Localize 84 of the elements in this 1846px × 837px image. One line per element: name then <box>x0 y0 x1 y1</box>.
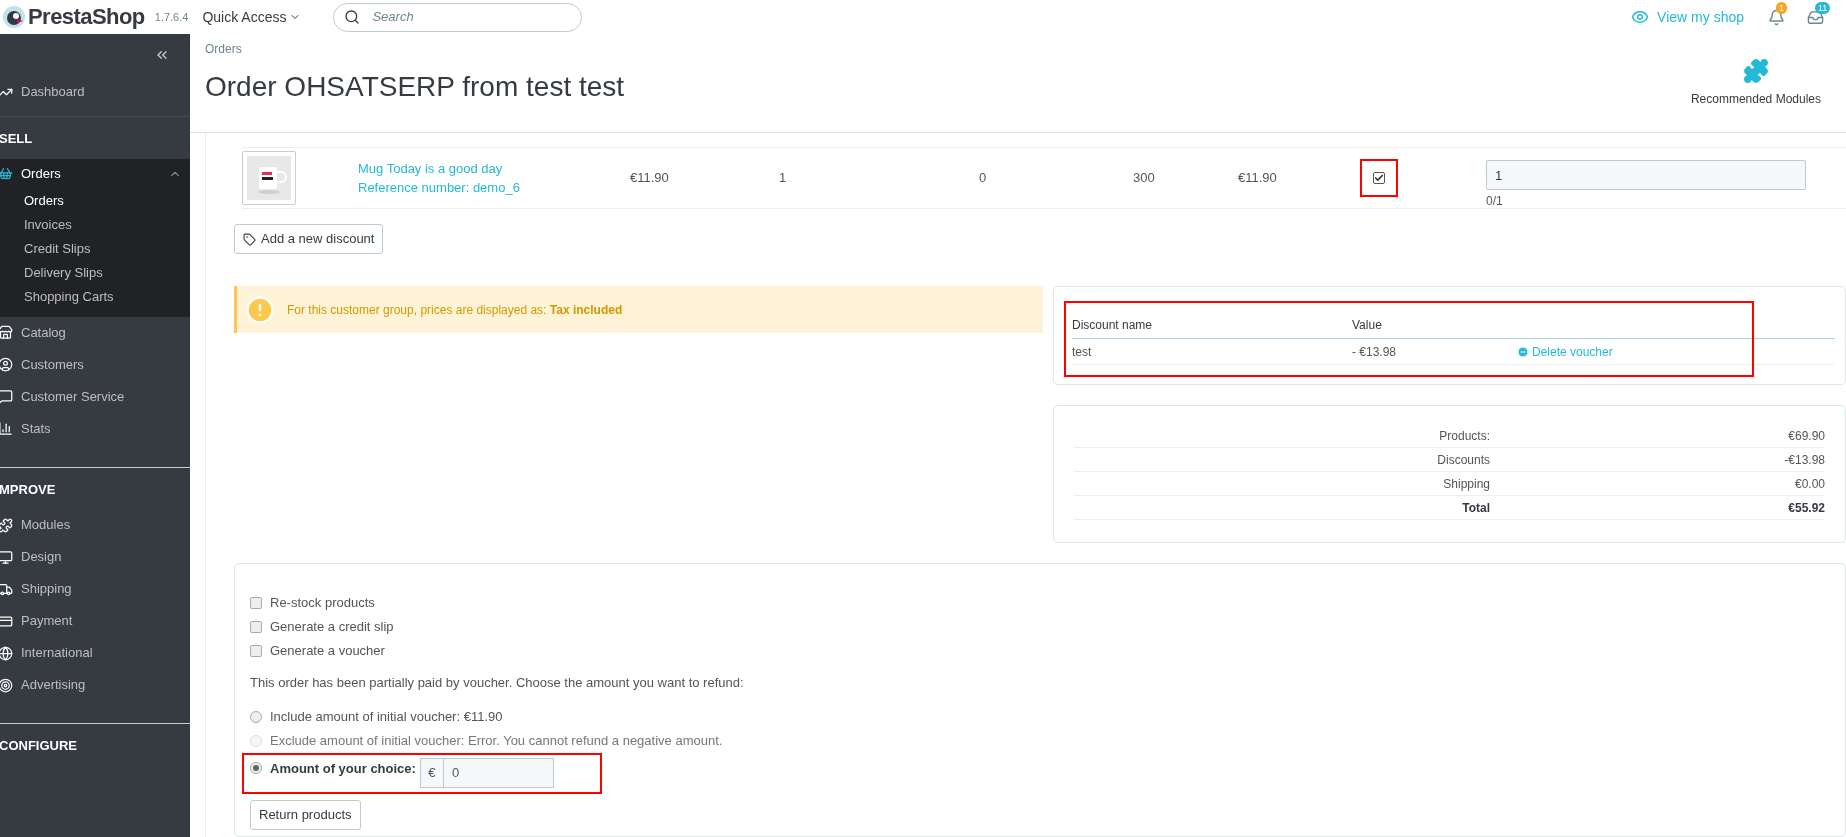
total-price: €11.90 <box>1238 169 1278 188</box>
radio-label: Include amount of initial voucher: €11.90 <box>270 708 503 727</box>
amount-field[interactable]: 0 <box>443 758 554 788</box>
quick-access-dropdown[interactable]: Quick Access <box>202 6 302 28</box>
minus-circle-icon <box>1517 345 1529 358</box>
monitor-icon <box>0 549 13 565</box>
warning-icon <box>245 294 275 325</box>
store-icon <box>0 325 13 340</box>
sidebar-item[interactable]: Dashboard <box>0 76 190 108</box>
search-icon <box>344 9 361 25</box>
total-value: €0.00 <box>1794 475 1825 493</box>
sidebar-item[interactable]: Stats <box>0 412 190 445</box>
sidebar-item[interactable]: Shipping <box>0 573 190 605</box>
unit-price: €11.90 <box>629 169 670 188</box>
sidebar-item[interactable]: Customers <box>0 348 190 381</box>
checkbox-label: Re-stock products <box>270 594 375 613</box>
radio-label: Amount of your choice: <box>270 760 416 778</box>
checkbox[interactable] <box>1373 172 1385 184</box>
sidebar-item[interactable]: Catalog <box>0 316 190 349</box>
field-hint: 0/1 <box>1486 193 1504 210</box>
globe-icon <box>0 645 13 661</box>
checkbox[interactable] <box>250 645 262 657</box>
section-heading: SELL <box>0 131 33 146</box>
total-value: €55.92 <box>1788 499 1825 517</box>
puzzle-icon <box>0 517 13 533</box>
sidebar-item[interactable]: International <box>0 637 190 669</box>
column-header: Discount name <box>1072 316 1154 334</box>
submenu-item[interactable]: Orders <box>0 188 190 213</box>
logo-text: PrestaShop <box>28 6 145 28</box>
refund-note: This order has been partially paid by voucher. Choose the amount you want to refund: <box>250 674 745 692</box>
count-badge: 11 <box>1815 1 1831 14</box>
sidebar-item[interactable]: Payment <box>0 605 190 637</box>
user-icon <box>0 357 13 372</box>
total-value: -€13.98 <box>1784 451 1825 469</box>
sidebar-item[interactable]: Customer Service <box>0 380 190 413</box>
version-label: 1.7.6.4 <box>154 9 189 25</box>
count-badge: 1 <box>1776 1 1787 14</box>
total-label: Products: <box>1439 427 1490 445</box>
quantity: 1 <box>778 169 788 188</box>
sidebar-item[interactable]: Orders <box>0 158 190 189</box>
radio-button[interactable] <box>250 762 262 774</box>
radio-button[interactable] <box>250 711 262 723</box>
bar-chart-icon <box>0 421 13 436</box>
total-label: Shipping <box>1443 475 1490 493</box>
column-header: Value <box>1352 316 1383 334</box>
toolbar-button[interactable]: Recommended Modules <box>1690 34 1821 132</box>
total-label: Discounts <box>1437 451 1490 469</box>
tag-icon <box>243 232 256 246</box>
section-heading: CONFIGURE <box>0 738 77 753</box>
sidebar-item[interactable]: Advertising <box>0 669 190 701</box>
search-input[interactable]: Search <box>372 7 572 27</box>
alert-text: For this customer group, prices are displayed as: Tax included <box>287 301 623 319</box>
basket-icon <box>0 166 13 181</box>
return-products-button[interactable]: Return products <box>250 800 361 830</box>
total-label: Total <box>1462 499 1490 517</box>
submenu-item[interactable]: Credit Slips <box>0 236 190 261</box>
puzzle-icon <box>1742 58 1769 84</box>
section-heading: MPROVE <box>0 481 56 497</box>
submenu-item[interactable]: Invoices <box>0 212 190 237</box>
credit-card-icon <box>0 613 13 629</box>
message-icon <box>0 389 13 404</box>
eye-icon <box>1631 8 1650 26</box>
checkbox[interactable] <box>250 621 262 633</box>
table-cell-text: - €13.98 <box>1352 343 1398 361</box>
table-cell-text: test <box>1072 343 1093 361</box>
breadcrumb: Orders <box>205 41 243 58</box>
target-icon <box>0 677 13 693</box>
submenu-item[interactable]: Delivery Slips <box>0 260 190 285</box>
checkbox-label: Generate a credit slip <box>270 618 394 637</box>
submenu-item[interactable]: Shopping Carts <box>0 284 190 309</box>
quantity-field[interactable]: 1 <box>1486 160 1806 190</box>
currency-addon: € <box>419 758 444 788</box>
radio-label: Exclude amount of initial voucher: Error. You cannot refund a negative amount. <box>270 732 723 751</box>
checkbox[interactable] <box>250 597 262 609</box>
sidebar-item[interactable]: Design <box>0 541 190 573</box>
total-value: €69.90 <box>1788 427 1825 445</box>
stock: 300 <box>1133 169 1156 188</box>
truck-icon <box>0 581 13 597</box>
add-discount-button[interactable]: Add a new discount <box>234 224 384 254</box>
page-title: Order OHSATSERP from test test <box>205 70 626 104</box>
check-icon <box>1374 173 1384 183</box>
checkbox-label: Generate a voucher <box>270 642 385 661</box>
refunded-quantity: 0 <box>979 169 988 188</box>
sidebar-item[interactable]: Modules <box>0 509 190 541</box>
